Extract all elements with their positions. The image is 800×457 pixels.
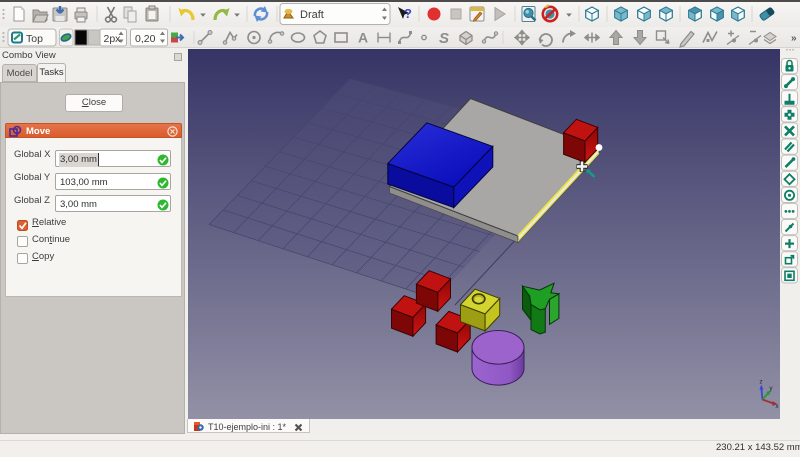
svg-text:S: S: [439, 30, 449, 47]
svg-text:0,20: 0,20: [135, 33, 156, 45]
svg-text:Draft: Draft: [300, 9, 324, 21]
svg-text:?: ?: [404, 6, 412, 21]
svg-text:z: z: [759, 379, 762, 386]
svg-text:»: »: [791, 33, 797, 44]
svg-text:2px: 2px: [104, 33, 122, 45]
svg-text:Top: Top: [26, 33, 43, 45]
svg-text:A: A: [358, 30, 368, 46]
